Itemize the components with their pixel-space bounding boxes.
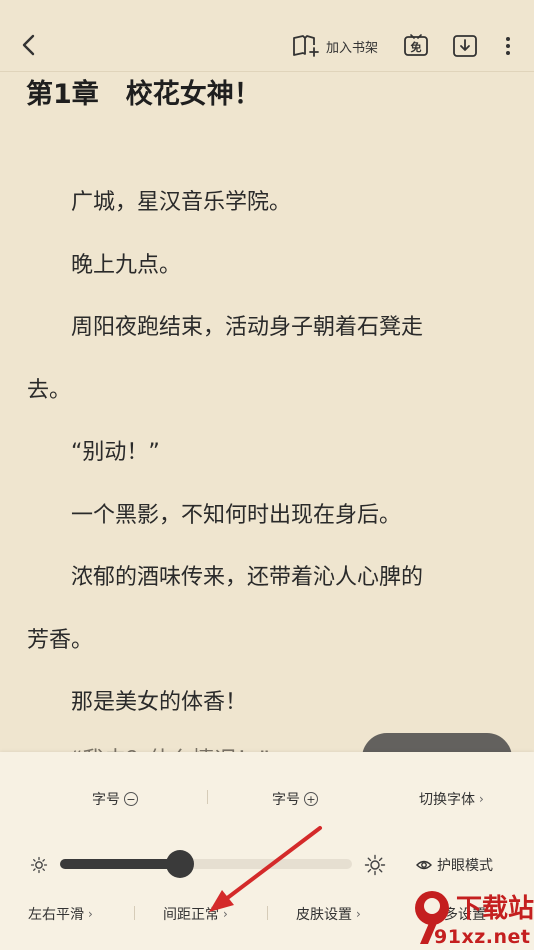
chevron-right-icon: › <box>223 907 228 921</box>
brightness-slider-fill <box>60 859 180 869</box>
font-size-decrease-button[interactable]: 字号 − <box>92 789 138 809</box>
font-size-label: 字号 <box>92 792 120 808</box>
font-settings-row: 字号 − 字号 + 切换字体 › <box>0 784 534 810</box>
eye-protection-toggle[interactable]: 护眼模式 <box>416 855 493 875</box>
font-size-increase-button[interactable]: 字号 + <box>272 789 318 809</box>
switch-font-button[interactable]: 切换字体 › <box>419 789 484 809</box>
paragraph: “别动！” <box>27 440 160 465</box>
chevron-right-icon: › <box>479 792 484 806</box>
skin-label: 皮肤设置 <box>296 907 352 923</box>
eye-icon <box>416 860 432 870</box>
eye-mode-label: 护眼模式 <box>437 858 493 874</box>
switch-font-label: 切换字体 <box>419 792 475 808</box>
paragraph: 周阳夜跑结束，活动身子朝着石凳走 <box>27 315 424 340</box>
paragraph: 那是美女的体香！ <box>27 690 248 715</box>
spacing-label: 间距正常 <box>163 907 219 923</box>
brightness-high-icon <box>364 854 386 876</box>
paragraph: 浓郁的酒味传来，还带着沁人心脾的 <box>27 565 424 590</box>
divider <box>267 906 268 920</box>
paragraph: 广城，星汉音乐学院。 <box>27 190 292 215</box>
watermark-url: 91xz.net <box>434 926 531 948</box>
download-icon[interactable] <box>452 34 478 58</box>
add-to-bookshelf-label: 加入书架 <box>326 40 379 56</box>
free-icon-text: 免 <box>411 40 422 54</box>
watermark-site-name: 下载站 <box>456 894 534 924</box>
top-toolbar: 加入书架 免 <box>0 0 534 72</box>
paragraph: 晚上九点。 <box>27 253 182 278</box>
more-icon[interactable] <box>498 34 518 58</box>
divider <box>134 906 135 920</box>
minus-icon: − <box>124 792 138 806</box>
chevron-right-icon: › <box>88 907 93 921</box>
add-to-bookshelf-button[interactable]: 加入书架 <box>292 34 378 58</box>
page-turn-label: 左右平滑 <box>28 907 84 923</box>
brightness-low-icon <box>30 856 48 874</box>
paragraph: 去。 <box>27 378 72 403</box>
chevron-right-icon: › <box>356 907 361 921</box>
font-size-label: 字号 <box>272 792 300 808</box>
plus-icon: + <box>304 792 318 806</box>
chapter-title: 第1章 校花女神！ <box>26 79 261 110</box>
page-turn-mode-button[interactable]: 左右平滑 › <box>28 904 93 924</box>
paragraph: 一个黑影，不知何时出现在身后。 <box>27 503 402 528</box>
site-watermark: 下载站 91xz.net <box>412 880 534 950</box>
free-icon[interactable]: 免 <box>403 34 429 58</box>
skin-settings-button[interactable]: 皮肤设置 › <box>296 904 361 924</box>
add-bookshelf-icon <box>293 35 319 57</box>
divider <box>207 790 208 804</box>
spacing-button[interactable]: 间距正常 › <box>163 904 228 924</box>
brightness-slider-handle[interactable] <box>165 850 194 878</box>
back-icon[interactable] <box>16 32 42 58</box>
paragraph: 芳香。 <box>27 628 94 653</box>
